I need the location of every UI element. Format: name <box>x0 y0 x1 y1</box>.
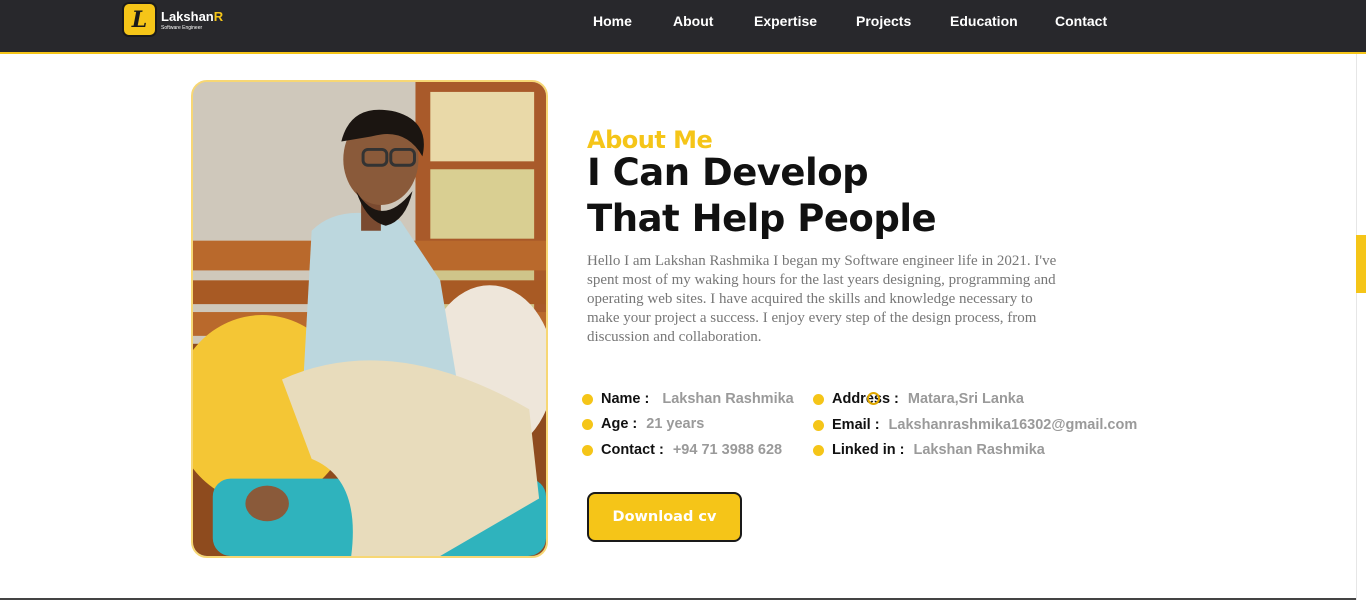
info-address: Address : Matara,Sri Lanka <box>813 391 1024 407</box>
info-label: Linked in : <box>832 442 905 458</box>
headline-line-2: That Help People <box>587 197 937 240</box>
info-value: Matara,Sri Lanka <box>907 391 1024 407</box>
bullet-dot <box>813 393 824 405</box>
download-cv-button[interactable]: Download cv <box>587 492 742 542</box>
info-linkedin: Linked in : Lakshan Rashmika <box>813 442 1045 458</box>
info-contact: Contact : +94 71 3988 628 <box>582 442 782 458</box>
info-label: Contact : <box>601 442 664 458</box>
nav-links: Home About Expertise Projects Education … <box>0 13 1366 33</box>
nav-contact[interactable]: Contact <box>1055 13 1107 29</box>
profile-photo-illustration <box>193 82 546 556</box>
info-value: 21 years <box>646 416 705 432</box>
scrollbar-track[interactable] <box>1356 54 1366 600</box>
info-label: Address : <box>832 391 899 407</box>
top-navbar: L LakshanR Software Engineer Home About … <box>0 0 1366 54</box>
profile-photo <box>191 80 548 558</box>
nav-education[interactable]: Education <box>950 13 1018 29</box>
bullet-dot <box>582 444 593 456</box>
nav-expertise[interactable]: Expertise <box>754 13 817 29</box>
nav-home[interactable]: Home <box>593 13 632 29</box>
nav-about[interactable]: About <box>673 13 713 29</box>
bullet-dot <box>582 418 593 430</box>
info-label: Name : <box>601 391 650 407</box>
info-label: Age : <box>601 416 638 432</box>
headline-line-1: I Can Develop <box>587 151 869 194</box>
about-headline: I Can Develop That Help People <box>587 150 937 242</box>
info-value: +94 71 3988 628 <box>672 442 783 458</box>
bullet-dot <box>582 393 593 405</box>
about-bio: Hello I am Lakshan Rashmika I began my S… <box>587 253 1057 345</box>
nav-projects[interactable]: Projects <box>856 13 911 29</box>
info-name: Name : Lakshan Rashmika <box>582 391 794 407</box>
info-value: Lakshan Rashmika <box>662 391 794 407</box>
info-label: Email : <box>832 417 880 433</box>
info-value: Lakshanrashmika16302@gmail.com <box>888 417 1138 433</box>
mouse-cursor-ring <box>867 392 880 405</box>
scrollbar-thumb[interactable] <box>1356 235 1366 293</box>
bullet-dot <box>813 419 824 431</box>
info-age: Age : 21 years <box>582 416 704 432</box>
bullet-dot <box>813 444 824 456</box>
info-email: Email : Lakshanrashmika16302@gmail.com <box>813 417 1137 433</box>
info-value: Lakshan Rashmika <box>913 442 1045 458</box>
